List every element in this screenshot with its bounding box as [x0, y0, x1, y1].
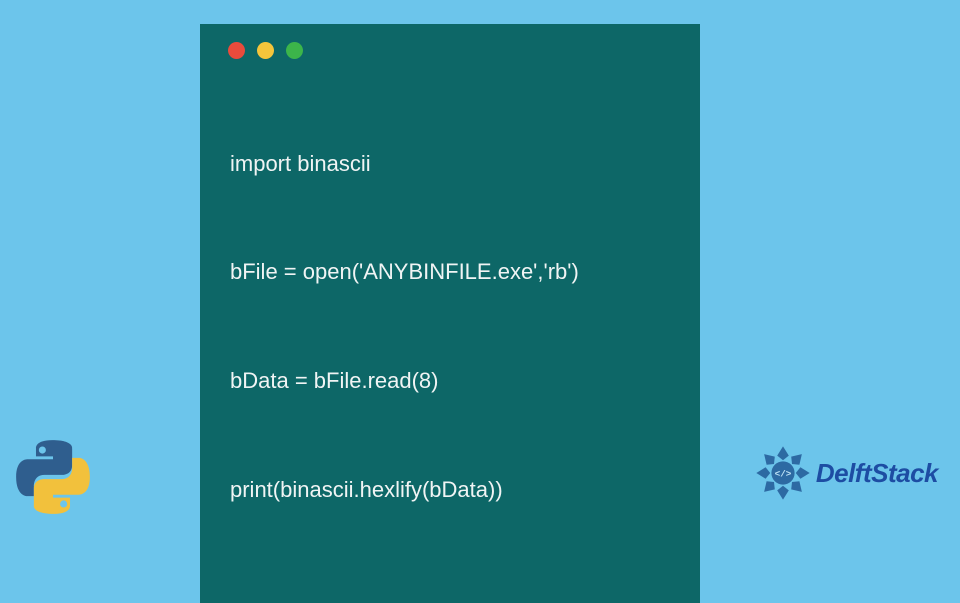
code-line: bFile = open('ANYBINFILE.exe','rb'): [230, 254, 674, 290]
code-line: import binascii: [230, 146, 674, 182]
brand-footer: </> DelftStack: [754, 444, 938, 502]
delftstack-mandala-icon: </>: [754, 444, 812, 502]
traffic-light-green-icon: [286, 42, 303, 59]
traffic-light-yellow-icon: [257, 42, 274, 59]
svg-text:</>: </>: [775, 468, 792, 479]
code-window: import binascii bFile = open('ANYBINFILE…: [200, 24, 700, 603]
code-line: bData = bFile.read(8): [230, 363, 674, 399]
window-traffic-lights: [200, 24, 700, 69]
code-line: print(binascii.hexlify(bData)): [230, 472, 674, 508]
python-logo-icon: [14, 436, 92, 518]
brand-name: DelftStack: [816, 458, 938, 489]
code-block: import binascii bFile = open('ANYBINFILE…: [200, 69, 700, 581]
traffic-light-red-icon: [228, 42, 245, 59]
